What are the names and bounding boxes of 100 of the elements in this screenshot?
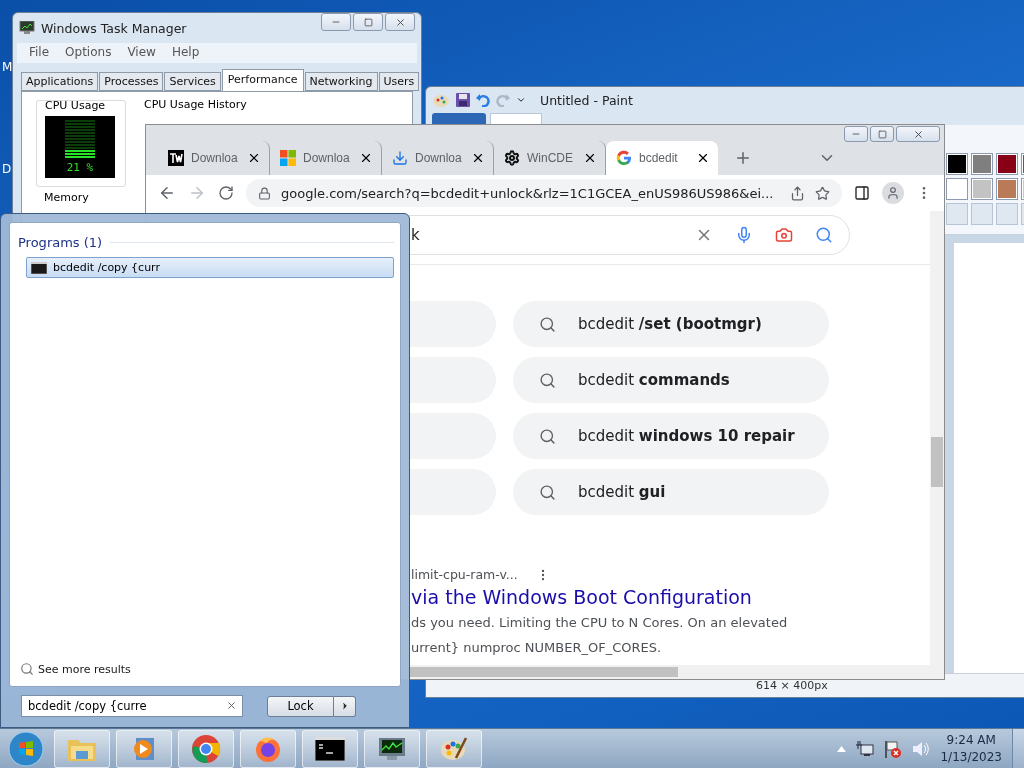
taskbar-app-button[interactable]	[302, 729, 358, 768]
clear-icon[interactable]	[226, 700, 237, 711]
result-url: limit-cpu-ram-v...	[411, 567, 518, 582]
suggestion-chip[interactable]: bcdedit commands	[513, 357, 829, 403]
search-icon	[539, 427, 556, 445]
paint-palette-icon	[440, 735, 468, 762]
suggestion-chip[interactable]: bcdedit windows 10 repair	[513, 413, 829, 459]
vertical-scrollbar[interactable]	[930, 211, 944, 679]
close-button[interactable]	[896, 126, 940, 142]
person-icon	[886, 186, 900, 200]
canvas-size: 614 × 400px	[756, 679, 828, 692]
undo-icon[interactable]	[476, 93, 490, 107]
side-panel-icon[interactable]	[854, 185, 870, 201]
menu-item[interactable]: File	[29, 45, 50, 61]
window-title: Untitled - Paint	[540, 92, 633, 108]
close-icon[interactable]	[247, 151, 261, 165]
bookmark-star-icon[interactable]	[815, 185, 830, 201]
new-tab-icon[interactable]	[734, 149, 752, 167]
profile-avatar[interactable]	[882, 182, 904, 204]
tray-arrow-icon[interactable]	[837, 745, 847, 752]
close-icon[interactable]	[696, 151, 710, 165]
monitor-graph-icon	[377, 735, 407, 762]
volume-icon[interactable]	[912, 740, 931, 757]
color-swatch[interactable]	[971, 178, 993, 200]
tab[interactable]: Processes	[99, 72, 164, 91]
flag-icon[interactable]	[884, 739, 903, 758]
menu-item[interactable]: View	[127, 45, 156, 61]
search-icon	[539, 371, 556, 389]
caret-icon[interactable]	[516, 95, 526, 105]
search-icon	[539, 315, 556, 333]
suggestion-chip[interactable]: bcdedit gui	[513, 469, 829, 515]
address-bar[interactable]: google.com/search?q=bcdedit+unlock&rlz=1C1GCEA_enUS986US986&ei...	[246, 179, 842, 207]
monitor-graph-icon	[19, 21, 35, 35]
group-label: CPU Usage History	[144, 98, 247, 111]
tw-logo-icon	[168, 150, 184, 166]
see-more-link[interactable]: See more results	[38, 662, 131, 676]
group-label: Memory	[43, 191, 89, 204]
close-icon	[912, 128, 924, 140]
desktop-icon-label[interactable]: D	[2, 162, 12, 176]
cpu-reading: 21 %	[66, 161, 94, 174]
color-swatch[interactable]	[996, 178, 1018, 200]
network-icon[interactable]	[856, 740, 875, 757]
taskbar-app-button[interactable]	[364, 729, 420, 768]
maximize-icon	[363, 17, 373, 27]
close-button[interactable]	[385, 13, 415, 31]
color-swatch[interactable]	[971, 153, 993, 175]
program-result[interactable]: bcdedit /copy {curr	[26, 257, 394, 278]
window-title: Windows Task Manager	[41, 20, 187, 36]
maximize-button[interactable]	[353, 13, 383, 31]
terminal-icon	[31, 261, 47, 274]
paint-palette-icon	[432, 92, 450, 108]
search-icon[interactable]	[815, 226, 833, 244]
reload-icon[interactable]	[218, 185, 234, 201]
windows-logo-icon	[280, 150, 296, 166]
show-desktop-button[interactable]	[1012, 729, 1024, 768]
result-title-link[interactable]: via the Windows Boot Configuration	[411, 586, 930, 608]
menu-item[interactable]: Options	[65, 45, 112, 61]
lock-icon	[258, 186, 271, 200]
media-player-icon	[131, 735, 157, 762]
empty-swatch[interactable]	[971, 203, 993, 225]
maximize-icon	[877, 129, 887, 139]
camera-icon[interactable]	[775, 226, 793, 244]
back-icon[interactable]	[158, 184, 176, 202]
microphone-icon[interactable]	[735, 226, 753, 244]
lock-button[interactable]: Lock	[267, 695, 334, 717]
empty-swatch[interactable]	[946, 203, 968, 225]
menu-item[interactable]: Help	[171, 45, 200, 61]
tab[interactable]: Services	[164, 72, 221, 91]
empty-swatch[interactable]	[996, 203, 1018, 225]
chrome-icon	[191, 733, 221, 764]
share-icon[interactable]	[790, 185, 805, 201]
save-icon[interactable]	[456, 93, 470, 107]
section-heading: Programs (1)	[18, 235, 103, 250]
color-swatch[interactable]	[946, 153, 968, 175]
gear-icon	[504, 150, 520, 166]
group-label: CPU Usage	[45, 99, 107, 112]
start-search-field[interactable]: bcdedit /copy {curre	[21, 695, 243, 717]
tab[interactable]: Applications	[21, 72, 99, 91]
close-icon[interactable]	[359, 151, 373, 165]
clock[interactable]: 9:24 AM 1/13/2023	[940, 731, 1002, 766]
maximize-button[interactable]	[870, 126, 894, 142]
google-logo-icon	[616, 150, 632, 166]
ribbon-tab[interactable]	[490, 113, 542, 125]
tab[interactable]: Users	[378, 72, 420, 91]
close-icon[interactable]	[583, 151, 597, 165]
download-icon	[392, 150, 408, 166]
suggestion-chip[interactable]: bcdedit /set (bootmgr)	[513, 301, 829, 347]
close-icon	[394, 16, 406, 28]
power-options-button[interactable]	[334, 695, 356, 717]
browser-tab[interactable]: bcdedit	[606, 141, 718, 175]
minimize-button[interactable]	[844, 126, 868, 142]
tab[interactable]: Performance	[221, 69, 304, 91]
color-swatch[interactable]	[996, 153, 1018, 175]
close-icon[interactable]	[471, 151, 485, 165]
desktop-icon-label[interactable]: M	[2, 60, 13, 74]
search-icon	[20, 662, 34, 676]
minimize-button[interactable]	[321, 13, 351, 31]
tab[interactable]: Networking	[304, 72, 378, 91]
color-swatch[interactable]	[946, 178, 968, 200]
result-snippet: urrent} numproc NUMBER_OF_CORES.	[411, 639, 663, 657]
